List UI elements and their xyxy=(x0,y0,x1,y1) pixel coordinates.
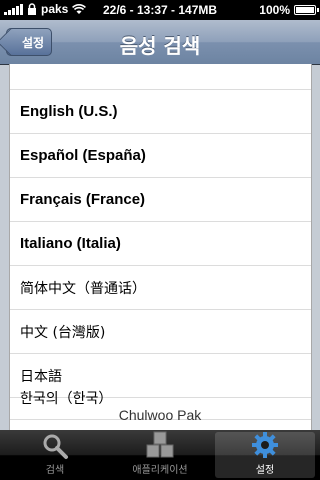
battery-percent: 100% xyxy=(259,3,290,17)
list-item[interactable]: 简体中文（普通话） xyxy=(10,266,311,310)
tab-bar: 검색 애플리케이션 설정 xyxy=(0,430,320,480)
list-item[interactable]: 中文 (台灣版) xyxy=(10,310,311,354)
tab-search-label: 검색 xyxy=(45,465,65,476)
status-bar: paks 22/6 - 13:37 - 147MB 100% xyxy=(0,0,320,20)
tab-settings[interactable]: 설정 xyxy=(215,432,315,478)
tab-settings-label: 설정 xyxy=(255,465,275,476)
list-item[interactable] xyxy=(10,64,311,90)
battery-icon xyxy=(294,5,319,15)
apps-icon xyxy=(145,430,175,460)
tab-apps-label: 애플리케이션 xyxy=(132,465,188,476)
navigation-bar: 설정 음성 검색 xyxy=(0,20,320,65)
watermark-text: Chulwoo Pak xyxy=(118,407,202,423)
list-item[interactable]: Italiano (Italia) xyxy=(10,222,311,266)
gear-icon xyxy=(250,430,280,460)
list-item[interactable]: English (U.S.) xyxy=(10,90,311,134)
tab-apps[interactable]: 애플리케이션 xyxy=(110,430,210,478)
search-icon xyxy=(40,432,70,460)
page-title: 음성 검색 xyxy=(119,34,201,58)
tab-search[interactable]: 검색 xyxy=(5,432,105,478)
list-item[interactable]: Français (France) xyxy=(10,178,311,222)
list-item[interactable]: Español (España) xyxy=(10,134,311,178)
